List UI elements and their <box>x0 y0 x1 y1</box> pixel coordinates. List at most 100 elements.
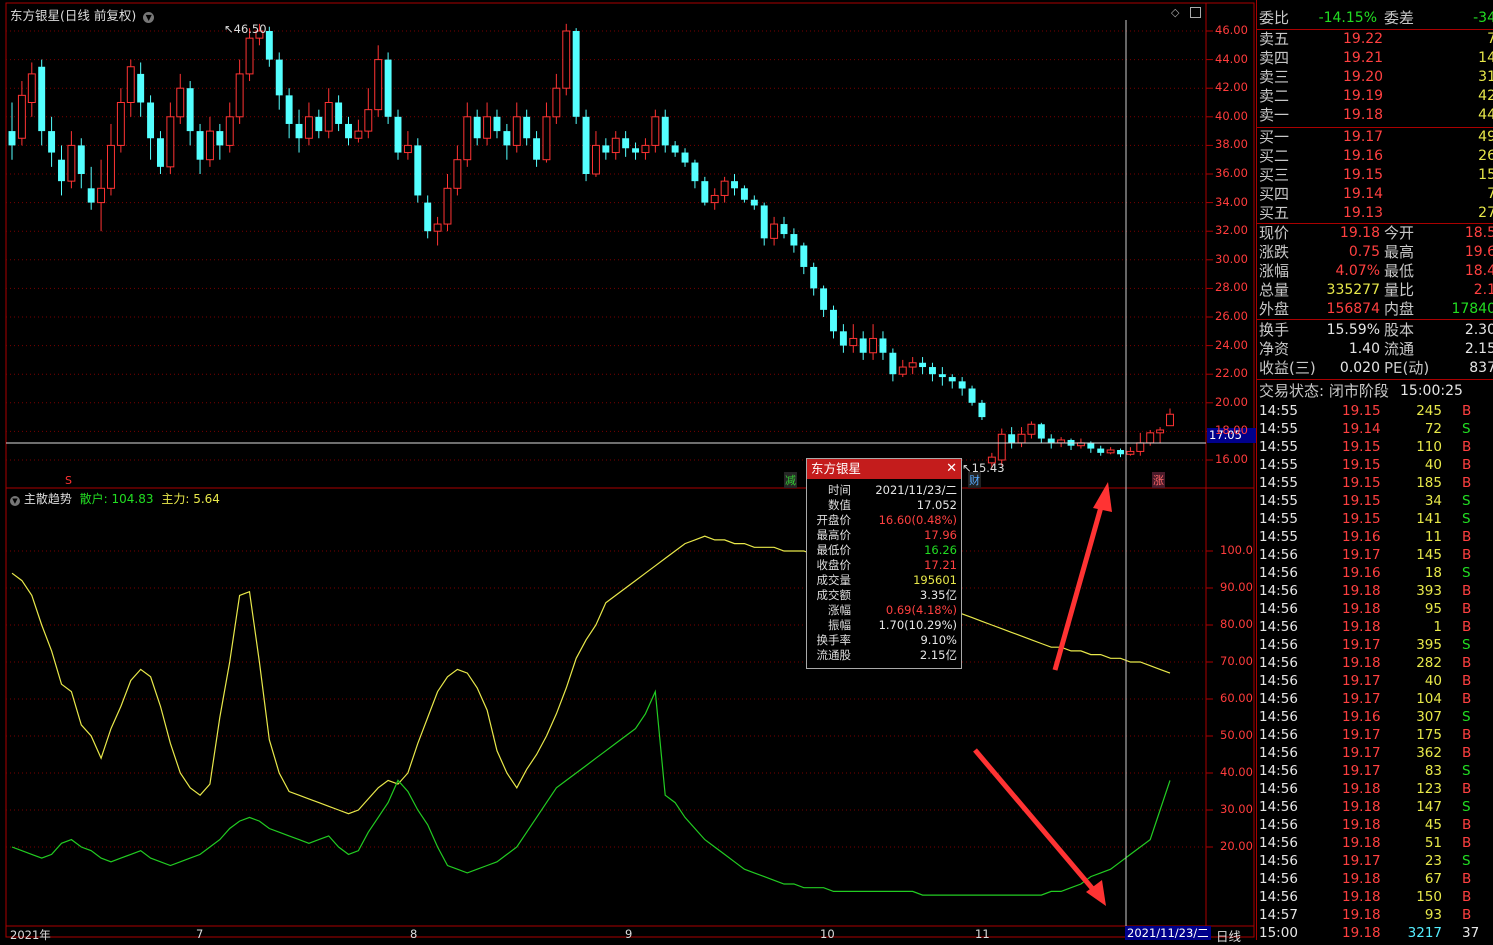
window-toggle-icon[interactable] <box>1190 7 1201 18</box>
candle[interactable] <box>147 95 155 160</box>
candle[interactable] <box>304 102 313 146</box>
candle[interactable] <box>493 109 501 139</box>
event-marker-finance[interactable]: 财 <box>968 472 981 488</box>
candle[interactable] <box>562 23 571 96</box>
kline-svg[interactable] <box>0 0 1256 940</box>
candle[interactable] <box>17 81 26 146</box>
candle[interactable] <box>869 324 878 360</box>
candle[interactable] <box>1067 438 1075 450</box>
candle[interactable] <box>186 81 194 146</box>
candle[interactable] <box>364 88 373 139</box>
candle[interactable] <box>433 216 442 246</box>
candle[interactable] <box>225 102 234 153</box>
candle[interactable] <box>1106 447 1115 455</box>
candle[interactable] <box>205 116 214 167</box>
candle[interactable] <box>1047 434 1055 449</box>
candle[interactable] <box>503 123 511 160</box>
candle[interactable] <box>1166 408 1174 427</box>
event-marker-s[interactable]: S <box>65 474 72 487</box>
candle[interactable] <box>394 109 402 160</box>
candle[interactable] <box>345 116 352 146</box>
candle[interactable] <box>898 359 907 378</box>
candle[interactable] <box>245 28 254 82</box>
candle[interactable] <box>384 52 392 124</box>
candle[interactable] <box>1126 447 1135 456</box>
candle[interactable] <box>315 109 323 139</box>
candle[interactable] <box>661 109 669 153</box>
candle[interactable] <box>453 145 462 196</box>
kline-chart-area[interactable]: 东方银星(日线 前复权) ▼ ◇ ↖46.50 ↖15.43 17.05 S 减… <box>0 0 1256 944</box>
candle[interactable] <box>374 45 383 117</box>
candle[interactable] <box>790 228 798 253</box>
candle[interactable] <box>1037 422 1045 443</box>
chart-title[interactable]: 东方银星(日线 前复权) ▼ <box>10 5 155 24</box>
candle[interactable] <box>760 202 768 246</box>
candle[interactable] <box>968 385 976 406</box>
candle[interactable] <box>354 119 363 143</box>
event-marker-rise[interactable]: 涨 <box>1152 472 1165 488</box>
candle[interactable] <box>720 176 729 203</box>
candle[interactable] <box>1027 421 1036 439</box>
candle[interactable] <box>38 59 46 146</box>
candle[interactable] <box>641 138 650 160</box>
candle[interactable] <box>523 109 531 146</box>
candle[interactable] <box>770 216 779 246</box>
candle-info-popup[interactable]: 东方银星 ✕ 时间 2021/11/23/二 数值 17.052 开盘价 16.60(0.… <box>806 458 962 669</box>
candle[interactable] <box>849 324 858 353</box>
candle[interactable] <box>1117 448 1124 458</box>
candle[interactable] <box>107 123 115 196</box>
candle[interactable] <box>671 141 679 157</box>
candle[interactable] <box>820 285 828 317</box>
candle[interactable] <box>463 102 472 167</box>
candle[interactable] <box>116 88 125 153</box>
candle[interactable] <box>97 159 106 232</box>
candle[interactable] <box>740 185 748 203</box>
candle[interactable] <box>1017 427 1026 448</box>
candle[interactable] <box>591 131 600 177</box>
candle[interactable] <box>8 102 16 160</box>
candle[interactable] <box>483 102 492 146</box>
candle[interactable] <box>908 357 917 375</box>
candle[interactable] <box>780 216 788 239</box>
candle[interactable] <box>285 88 293 139</box>
indicator-header[interactable]: ▼ 主散趋势 散户: 104.83 主力: 5.64 <box>10 490 220 507</box>
candle[interactable] <box>651 109 660 153</box>
candle[interactable] <box>810 262 818 296</box>
candle[interactable] <box>978 399 986 420</box>
candle[interactable] <box>58 145 65 196</box>
candle[interactable] <box>1156 427 1165 443</box>
candle[interactable] <box>324 88 333 139</box>
candle[interactable] <box>1097 445 1105 456</box>
candle[interactable] <box>533 131 541 167</box>
candle[interactable] <box>166 102 175 175</box>
candle[interactable] <box>750 195 758 210</box>
candle[interactable] <box>1008 427 1016 449</box>
candle[interactable] <box>403 131 412 160</box>
candle[interactable] <box>958 377 966 396</box>
candle[interactable] <box>681 148 689 167</box>
candle[interactable] <box>335 95 343 132</box>
candle[interactable] <box>879 331 887 360</box>
dropdown-icon[interactable]: ▼ <box>143 12 155 23</box>
candle[interactable] <box>859 331 867 360</box>
candle[interactable] <box>235 59 244 124</box>
candle[interactable] <box>701 176 709 206</box>
indicator-settings-icon[interactable]: ▼ <box>10 496 20 506</box>
candle[interactable] <box>77 138 85 189</box>
candle[interactable] <box>928 362 936 382</box>
candle[interactable] <box>1136 432 1145 456</box>
candle[interactable] <box>572 28 580 124</box>
candle[interactable] <box>126 59 135 117</box>
candle[interactable] <box>710 188 719 210</box>
candle[interactable] <box>889 348 897 382</box>
candle[interactable] <box>731 174 738 196</box>
candle[interactable] <box>839 324 847 353</box>
candle[interactable] <box>602 138 610 160</box>
candle[interactable] <box>632 142 640 160</box>
popup-title-bar[interactable]: 东方银星 ✕ <box>807 459 961 479</box>
candle[interactable] <box>800 242 808 275</box>
candle[interactable] <box>216 123 224 160</box>
candle[interactable] <box>156 131 164 174</box>
candle[interactable] <box>443 174 452 232</box>
period-label[interactable]: 日线 <box>1216 926 1241 945</box>
